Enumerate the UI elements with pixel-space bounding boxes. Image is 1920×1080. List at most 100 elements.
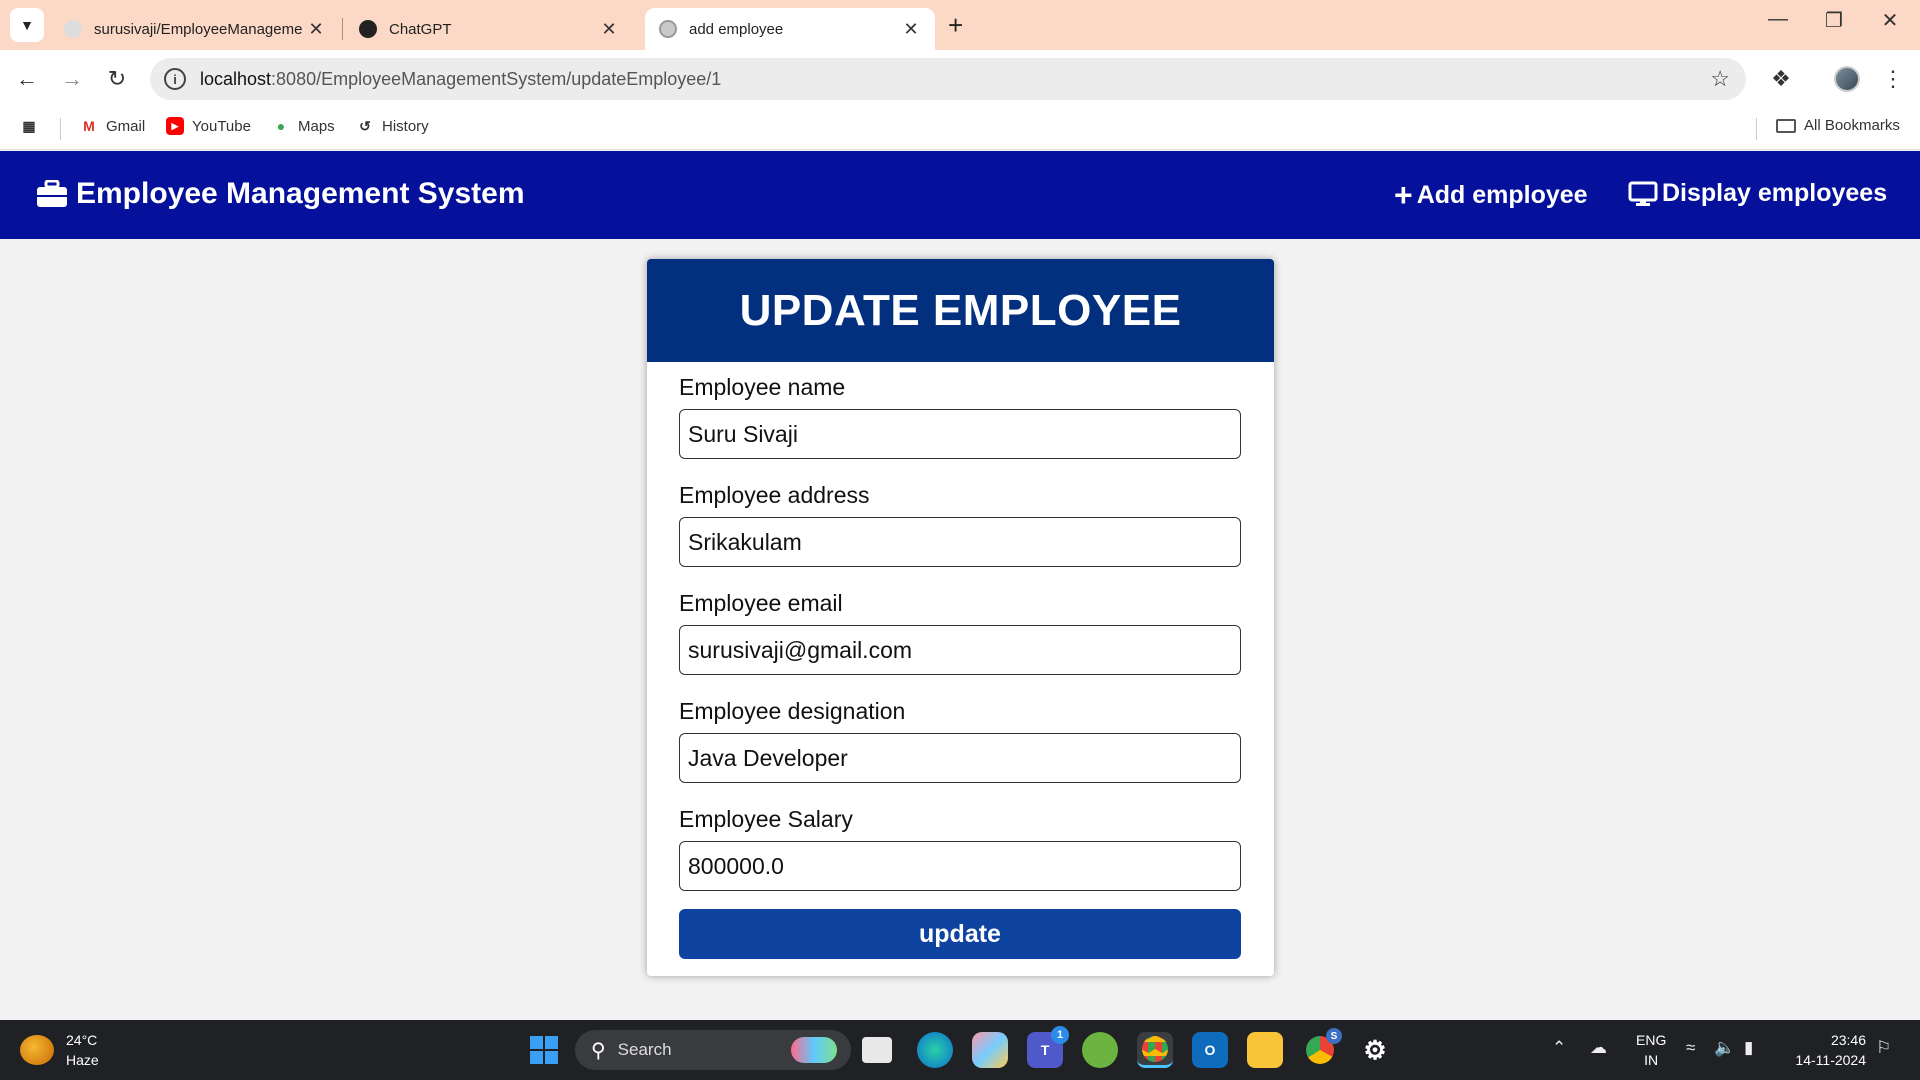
youtube-icon: ▶ xyxy=(166,117,184,135)
start-button[interactable] xyxy=(526,1032,562,1068)
close-icon[interactable]: ✕ xyxy=(901,19,921,40)
bookmark-gmail[interactable]: M Gmail xyxy=(80,117,145,135)
back-button[interactable]: ← xyxy=(10,62,44,96)
tab-add-employee[interactable]: add employee ✕ xyxy=(645,8,935,50)
field-employee-salary: Employee Salary 800000.0 xyxy=(679,806,1241,891)
task-view-icon[interactable] xyxy=(862,1037,892,1063)
weather-condition: Haze xyxy=(66,1052,99,1068)
close-icon[interactable]: ✕ xyxy=(306,19,326,40)
search-highlight-icon xyxy=(791,1037,837,1063)
clock-date: 14-11-2024 xyxy=(1795,1052,1866,1068)
apps-button[interactable]: ▦ xyxy=(20,117,46,135)
search-icon: ⚲ xyxy=(591,1039,606,1062)
edge-icon[interactable] xyxy=(917,1032,953,1068)
volume-icon[interactable]: 🔈 xyxy=(1714,1038,1735,1058)
all-bookmarks-label: All Bookmarks xyxy=(1804,117,1900,134)
battery-icon[interactable]: ▮ xyxy=(1744,1038,1753,1058)
notification-bell-icon[interactable]: ⚐ xyxy=(1876,1038,1891,1058)
nav-display-label: Display employees xyxy=(1662,179,1888,207)
bookmarks-separator xyxy=(1756,118,1757,140)
onedrive-icon[interactable]: ☁ xyxy=(1590,1038,1607,1058)
apps-grid-icon: ▦ xyxy=(22,117,36,134)
brand-title: Employee Management System xyxy=(76,177,525,210)
address-bar[interactable]: i localhost:8080/EmployeeManagementSyste… xyxy=(150,58,1746,100)
nav-add-employee[interactable]: + Add employee xyxy=(1394,179,1588,211)
field-employee-designation: Employee designation Java Developer xyxy=(679,698,1241,783)
browser-tab-bar: ▼ surusivaji/EmployeeManageme ✕ ChatGPT … xyxy=(0,0,1920,50)
plus-icon: + xyxy=(1394,177,1413,213)
close-window-button[interactable]: ✕ xyxy=(1870,8,1910,33)
restore-button[interactable]: ❐ xyxy=(1814,8,1854,33)
bookmark-youtube[interactable]: ▶ YouTube xyxy=(166,117,251,135)
wifi-icon[interactable]: ≈ xyxy=(1686,1038,1695,1058)
url-host: localhost xyxy=(200,68,272,89)
employee-salary-input[interactable]: 800000.0 xyxy=(679,841,1241,891)
close-icon[interactable]: ✕ xyxy=(599,19,619,40)
url-path: :8080/EmployeeManagementSystem/updateEmp… xyxy=(271,68,722,89)
taskbar-search[interactable]: ⚲ Search xyxy=(575,1030,851,1070)
bookmark-label: History xyxy=(382,117,429,135)
tab-github[interactable]: surusivaji/EmployeeManageme ✕ xyxy=(50,8,340,50)
arrow-right-icon: → xyxy=(61,66,83,91)
avatar xyxy=(1834,66,1860,92)
chatgpt-icon xyxy=(359,20,377,38)
new-tab-button[interactable]: + xyxy=(948,10,963,41)
reload-button[interactable]: ↻ xyxy=(100,62,134,96)
all-bookmarks-button[interactable]: All Bookmarks xyxy=(1776,117,1900,134)
history-icon: ↺ xyxy=(359,117,371,134)
profile-button[interactable] xyxy=(1832,64,1862,94)
minimize-button[interactable]: — xyxy=(1758,8,1798,31)
nav-display-employees[interactable]: Display employees xyxy=(1628,179,1887,208)
settings-gear-icon[interactable]: ⚙ xyxy=(1357,1032,1393,1068)
chrome-icon[interactable] xyxy=(1137,1032,1173,1068)
weather-temp: 24°C xyxy=(66,1032,98,1048)
spring-tool-suite-icon[interactable] xyxy=(1082,1032,1118,1068)
language-indicator[interactable]: ENG IN xyxy=(1636,1030,1666,1070)
field-employee-name: Employee name Suru Sivaji xyxy=(679,374,1241,459)
tab-title: surusivaji/EmployeeManageme xyxy=(94,20,303,38)
teams-icon[interactable]: T 1 xyxy=(1027,1026,1069,1068)
tab-chatgpt[interactable]: ChatGPT ✕ xyxy=(345,8,633,50)
forward-button[interactable]: → xyxy=(55,62,89,96)
outlook-icon[interactable]: O xyxy=(1192,1032,1228,1068)
bookmarks-separator xyxy=(60,118,61,140)
weather-widget[interactable]: 24°C Haze xyxy=(20,1030,99,1070)
bookmark-history[interactable]: ↺ History xyxy=(356,117,429,135)
tab-search-button[interactable]: ▼ xyxy=(10,8,44,42)
chevron-up-icon[interactable]: ⌃ xyxy=(1552,1038,1566,1058)
card-header: UPDATE EMPLOYEE xyxy=(647,259,1274,362)
teams-badge: 1 xyxy=(1051,1026,1069,1044)
update-button[interactable]: update xyxy=(679,909,1241,959)
employee-name-input[interactable]: Suru Sivaji xyxy=(679,409,1241,459)
clock[interactable]: 23:46 14-11-2024 xyxy=(1795,1030,1866,1070)
field-employee-address: Employee address Srikakulam xyxy=(679,482,1241,567)
bookmarks-bar: ▦ M Gmail ▶ YouTube ● Maps ↺ History All… xyxy=(0,108,1920,150)
field-label: Employee designation xyxy=(679,698,906,724)
form-heading: UPDATE EMPLOYEE xyxy=(739,285,1182,335)
github-icon xyxy=(64,20,82,38)
reload-icon: ↻ xyxy=(107,66,127,91)
field-label: Employee Salary xyxy=(679,806,853,832)
windows-logo-icon xyxy=(530,1036,558,1064)
gmail-icon: M xyxy=(83,118,95,134)
bookmark-star-icon[interactable]: ☆ xyxy=(1710,66,1730,92)
employee-email-input[interactable]: surusivaji@gmail.com xyxy=(679,625,1241,675)
employee-designation-input[interactable]: Java Developer xyxy=(679,733,1241,783)
brand[interactable]: Employee Management System xyxy=(36,177,525,211)
file-explorer-icon[interactable] xyxy=(1247,1032,1283,1068)
nav-add-label: Add employee xyxy=(1416,180,1588,209)
employee-address-input[interactable]: Srikakulam xyxy=(679,517,1241,567)
bookmark-maps[interactable]: ● Maps xyxy=(272,117,335,135)
bookmark-label: Maps xyxy=(298,117,335,135)
briefcase-icon xyxy=(37,180,67,207)
folder-icon xyxy=(1776,118,1796,133)
field-label: Employee name xyxy=(679,374,846,400)
windows-taskbar: 24°C Haze ⚲ Search T 1 O S ⚙ ⌃ ☁ ENG IN … xyxy=(0,1020,1920,1080)
url-text: localhost:8080/EmployeeManagementSystem/… xyxy=(200,69,721,90)
site-info-icon[interactable]: i xyxy=(164,68,186,90)
chrome-profile-icon[interactable]: S xyxy=(1302,1028,1342,1068)
copilot-icon[interactable] xyxy=(972,1032,1008,1068)
globe-icon xyxy=(659,20,677,38)
menu-kebab-icon[interactable]: ⋮ xyxy=(1878,64,1908,94)
extensions-icon[interactable]: ❖ xyxy=(1766,64,1796,94)
